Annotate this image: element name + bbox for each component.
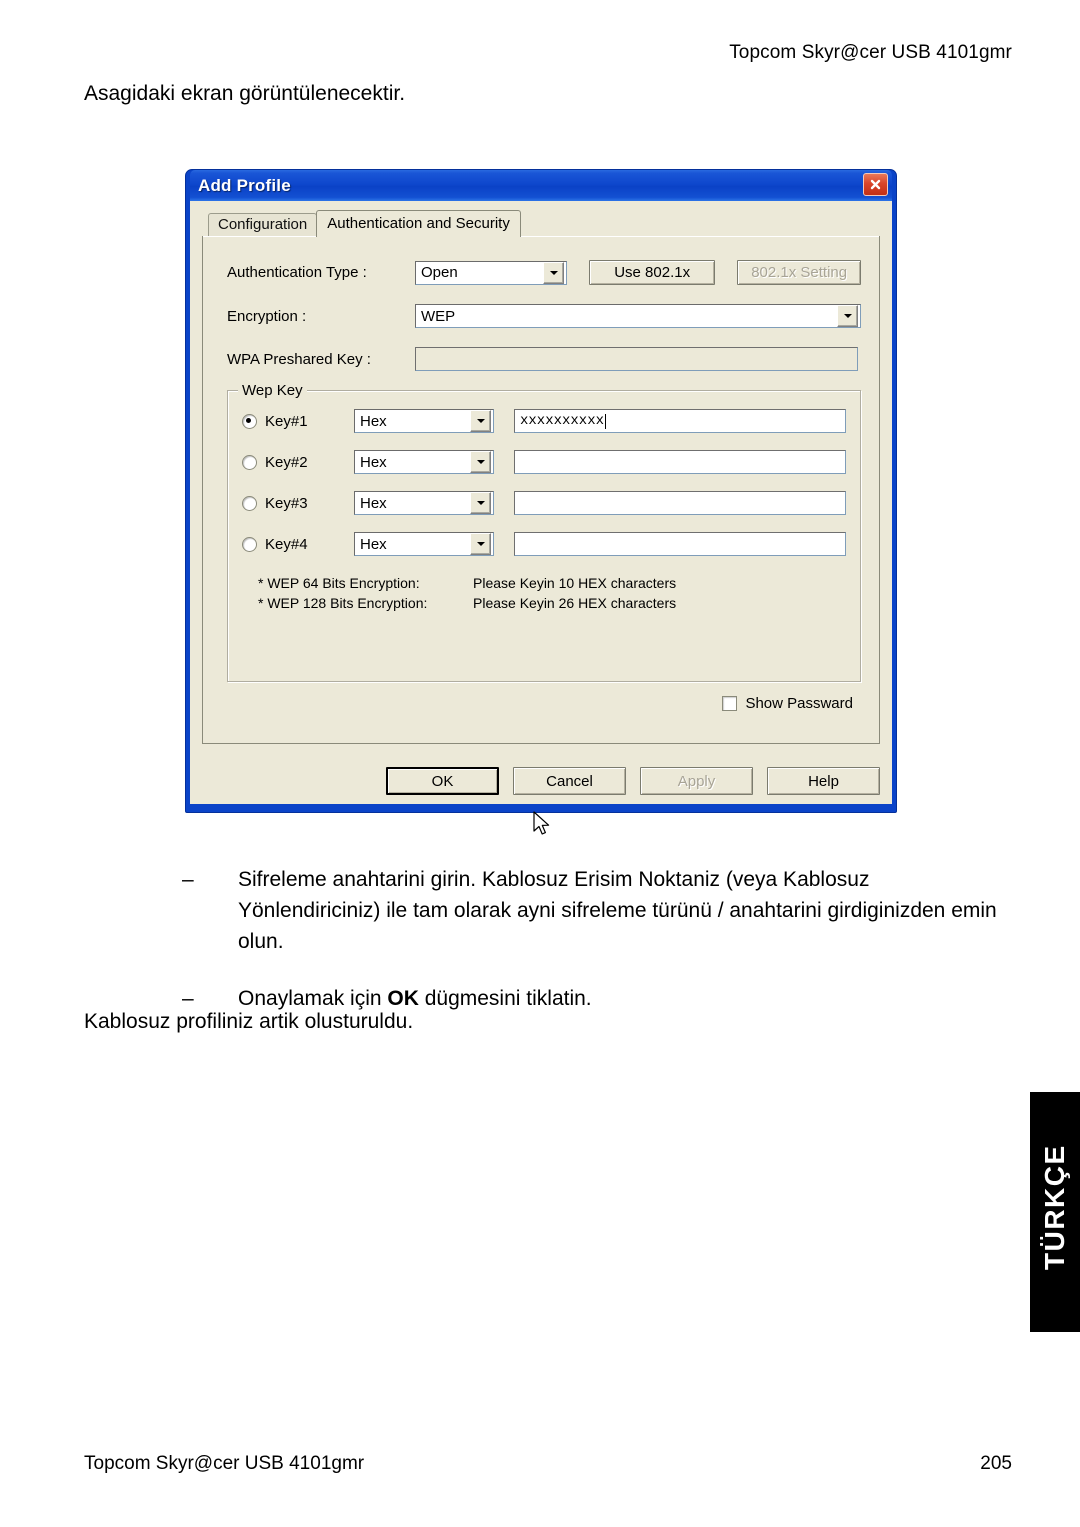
wep-hint-2-text: Please Keyin 26 HEX characters — [473, 595, 677, 611]
wep-key-1-label: Key#1 — [265, 412, 308, 430]
use-8021x-button[interactable]: Use 802.1x — [589, 260, 716, 285]
wep-key-4-radio[interactable] — [242, 536, 257, 552]
help-button[interactable]: Help — [767, 767, 880, 795]
wep-key-4-label: Key#4 — [265, 535, 308, 553]
ok-button-label: OK — [431, 772, 454, 790]
wep-key-4-input[interactable] — [514, 532, 846, 556]
cancel-button-label: Cancel — [546, 772, 593, 790]
chevron-down-icon[interactable] — [470, 410, 491, 432]
wep-key-1-radio-wrap[interactable]: Key#1 — [242, 413, 354, 430]
chevron-down-icon[interactable] — [470, 451, 491, 473]
wep-key-4-format-value: Hex — [360, 535, 387, 553]
wep-key-2-input[interactable] — [514, 450, 846, 474]
show-password-checkbox[interactable] — [722, 696, 738, 711]
chevron-down-icon[interactable] — [837, 305, 858, 327]
wep-key-3-format-value: Hex — [360, 494, 387, 512]
intro-paragraph: Asagidaki ekran görüntülenecektir. — [84, 82, 406, 105]
wep-key-1-format-select[interactable]: Hex — [354, 409, 494, 433]
wep-hint-line-2: * WEP 128 Bits Encryption: Please Keyin 2… — [258, 593, 846, 613]
help-button-label: Help — [808, 772, 839, 790]
show-password-label: Show Passward — [745, 695, 853, 712]
show-password-row[interactable]: Show Passward — [227, 695, 861, 712]
bullet-2-bold: OK — [387, 987, 419, 1010]
wep-key-3-input[interactable] — [514, 491, 846, 515]
use-8021x-label: Use 802.1x — [614, 264, 691, 281]
bullet-2-text-before: Onaylamak için — [238, 987, 388, 1010]
encryption-select[interactable]: WEP — [415, 304, 861, 328]
wpa-preshared-key-label: WPA Preshared Key : — [227, 350, 371, 368]
wep-hint-1-text: Please Keyin 10 HEX characters — [473, 575, 677, 591]
tab-panel-authentication-and-security: Authentication Type : Open Use 802.1x 80… — [202, 236, 880, 744]
wep-key-4-radio-wrap[interactable]: Key#4 — [242, 536, 354, 553]
tab-configuration-label: Configuration — [218, 216, 308, 233]
wpa-preshared-key-input[interactable] — [415, 347, 858, 371]
8021x-setting-label: 802.1x Setting — [751, 264, 848, 281]
wep-key-1-radio[interactable] — [242, 413, 257, 429]
language-tab: TÜRKÇE — [1030, 1092, 1080, 1332]
apply-button[interactable]: Apply — [640, 767, 753, 795]
tab-configuration[interactable]: Configuration — [208, 213, 318, 237]
wep-key-2-format-value: Hex — [360, 453, 387, 471]
wep-key-2-radio[interactable] — [242, 454, 257, 470]
authentication-type-value: Open — [421, 264, 458, 281]
wep-key-row-1: Key#1 Hex xxxxxxxxxx — [242, 409, 846, 433]
wep-key-1-value: xxxxxxxxxx — [520, 413, 605, 429]
wep-key-row-4: Key#4 Hex — [242, 532, 846, 556]
footer-page-number: 205 — [980, 1453, 1012, 1474]
tabstrip: Configuration Authentication and Securit… — [202, 210, 880, 237]
chevron-down-icon[interactable] — [470, 492, 491, 514]
wep-key-3-radio[interactable] — [242, 495, 257, 511]
dialog-title: Add Profile — [198, 175, 291, 195]
encryption-row: Encryption : WEP — [227, 304, 861, 328]
ok-button[interactable]: OK — [386, 767, 499, 795]
tab-authentication-and-security-label: Authentication and Security — [327, 215, 510, 232]
closing-paragraph: Kablosuz profiliniz artik olusturuldu. — [84, 1010, 414, 1033]
page-header-title: Topcom Skyr@cer USB 4101gmr — [729, 42, 1012, 63]
wep-hint-2-key: * WEP 128 Bits Encryption: — [258, 595, 428, 611]
dialog-titlebar[interactable]: Add Profile — [190, 170, 892, 201]
wep-key-2-label: Key#2 — [265, 453, 308, 471]
wep-hint-1-key: * WEP 64 Bits Encryption: — [258, 575, 420, 591]
wep-key-row-3: Key#3 Hex — [242, 491, 846, 515]
encryption-value: WEP — [421, 307, 456, 325]
mouse-cursor-icon — [533, 811, 553, 839]
8021x-setting-button[interactable]: 802.1x Setting — [737, 260, 861, 285]
bullet-dash: – — [182, 868, 194, 891]
chevron-down-icon[interactable] — [470, 533, 491, 555]
wep-key-3-format-select[interactable]: Hex — [354, 491, 494, 515]
wep-key-3-label: Key#3 — [265, 494, 308, 512]
bullet-text-1: Sifreleme anahtarini girin. Kablosuz Eri… — [238, 864, 1012, 957]
wep-key-1-input[interactable]: xxxxxxxxxx — [514, 409, 846, 433]
add-profile-dialog: Add Profile Configuration Authentication… — [185, 169, 897, 835]
wep-key-3-radio-wrap[interactable]: Key#3 — [242, 495, 354, 512]
apply-button-label: Apply — [677, 772, 716, 790]
wpa-preshared-key-row: WPA Preshared Key : — [227, 347, 861, 371]
wep-key-2-format-select[interactable]: Hex — [354, 450, 494, 474]
bullet-1-text: Sifreleme anahtarini girin. Kablosuz Eri… — [238, 868, 997, 953]
bullet-2-text-after: dügmesini tiklatin. — [418, 987, 592, 1010]
list-item: – Sifreleme anahtarini girin. Kablosuz E… — [182, 864, 1012, 957]
wep-key-group: Wep Key Key#1 Hex xxxxxxxxxx Key#2 Hex K… — [227, 382, 861, 682]
chevron-down-icon[interactable] — [543, 261, 564, 284]
wep-key-4-format-select[interactable]: Hex — [354, 532, 494, 556]
wep-key-row-2: Key#2 Hex — [242, 450, 846, 474]
tab-authentication-and-security[interactable]: Authentication and Security — [316, 210, 521, 237]
language-tab-label: TÜRKÇE — [1039, 1144, 1070, 1270]
close-icon[interactable] — [863, 173, 888, 196]
dialog-body: Configuration Authentication and Securit… — [190, 201, 892, 835]
text-cursor — [605, 413, 607, 429]
dialog-button-bar: OK Cancel Apply Help — [202, 767, 880, 795]
footer-product-name: Topcom Skyr@cer USB 4101gmr — [84, 1453, 365, 1474]
wep-key-group-title: Wep Key — [238, 382, 307, 399]
wep-key-1-format-value: Hex — [360, 412, 387, 430]
wep-hint-line-1: * WEP 64 Bits Encryption: Please Keyin 10… — [258, 573, 846, 593]
authentication-type-select[interactable]: Open — [415, 260, 567, 285]
authentication-type-row: Authentication Type : Open Use 802.1x 80… — [227, 260, 861, 285]
cancel-button[interactable]: Cancel — [513, 767, 626, 795]
wep-hints: * WEP 64 Bits Encryption: Please Keyin 10… — [258, 573, 846, 613]
wep-key-2-radio-wrap[interactable]: Key#2 — [242, 454, 354, 471]
authentication-type-label: Authentication Type : — [227, 264, 367, 281]
encryption-label: Encryption : — [227, 307, 307, 325]
